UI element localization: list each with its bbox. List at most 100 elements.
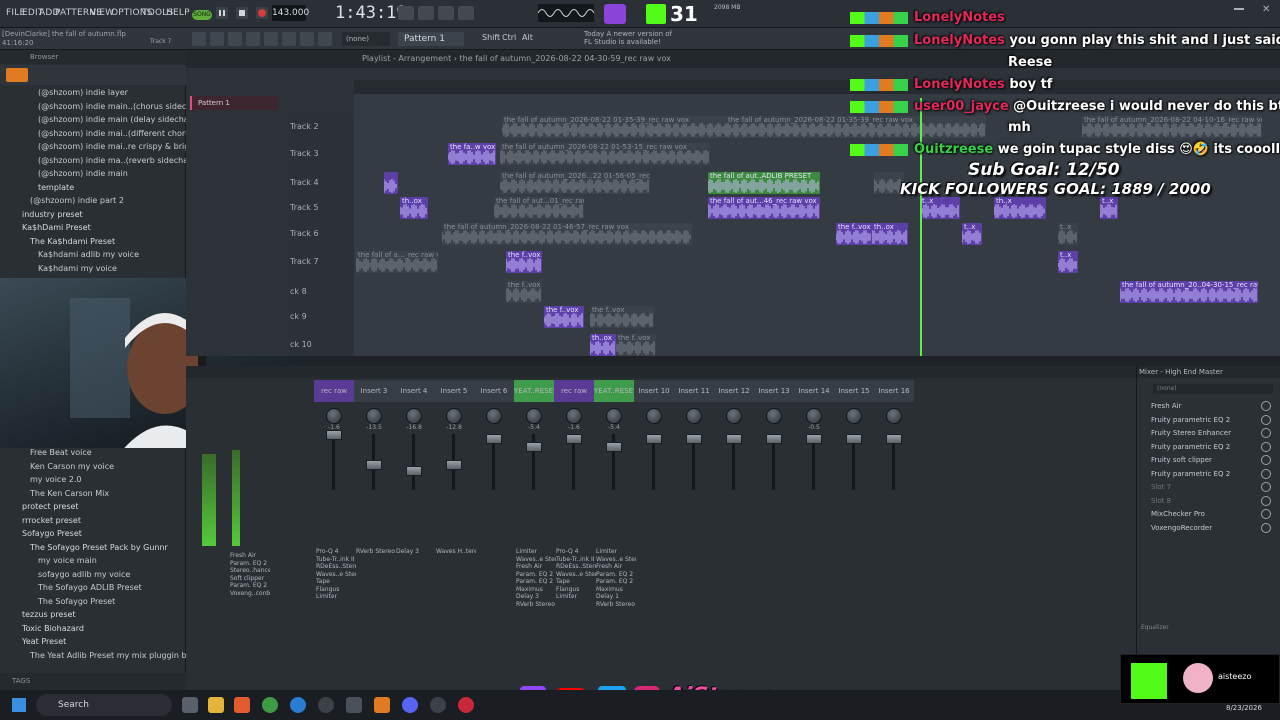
pan-knob[interactable] bbox=[526, 408, 542, 424]
browser-item[interactable]: (@shzoom) indie main bbox=[0, 169, 186, 178]
pan-knob[interactable] bbox=[806, 408, 822, 424]
volume-fader[interactable] bbox=[766, 434, 782, 444]
playlist-clip[interactable]: the fall of autumn_2026-08-22 01-35-39_r… bbox=[502, 116, 762, 138]
playlist-ruler[interactable] bbox=[354, 80, 1280, 94]
track-label[interactable]: Track 3 bbox=[290, 149, 319, 158]
volume-fader[interactable] bbox=[606, 442, 622, 452]
fx-slot[interactable]: Fruity parametric EQ 2 bbox=[1143, 468, 1271, 480]
slot-toggle-icon[interactable] bbox=[1261, 414, 1271, 425]
mixer-insert[interactable]: rec raw vox-1.6Pro-Q 4Tube-Tr..ink IIRDe… bbox=[314, 380, 356, 674]
pattern-list-item[interactable]: Pattern 1 bbox=[190, 96, 278, 110]
fl-studio-icon[interactable] bbox=[346, 697, 362, 713]
record-button[interactable] bbox=[256, 7, 268, 19]
pan-knob[interactable] bbox=[606, 408, 622, 424]
browser-tags[interactable]: TAGS bbox=[0, 673, 186, 690]
pan-knob[interactable] bbox=[486, 408, 502, 424]
browser-folder[interactable]: Ka$hDami Preset bbox=[0, 223, 186, 232]
volume-fader[interactable] bbox=[486, 434, 502, 444]
pan-knob[interactable] bbox=[726, 408, 742, 424]
taskbar-search[interactable]: Search bbox=[36, 694, 172, 716]
pattern-selector[interactable]: Pattern 1 bbox=[398, 32, 464, 46]
volume-fader[interactable] bbox=[686, 434, 702, 444]
pan-knob[interactable] bbox=[406, 408, 422, 424]
mixer-insert[interactable]: Insert 10 bbox=[634, 380, 674, 674]
volume-fader[interactable] bbox=[406, 466, 422, 476]
playlist-clip[interactable]: the fall of autumn_2026-08-22 04-10-16_r… bbox=[1082, 116, 1262, 138]
recorder-icon[interactable] bbox=[458, 697, 474, 713]
browser-item[interactable]: (@shzoom) indie main (delay sidechain) bbox=[0, 115, 186, 124]
slot-toggle-icon[interactable] bbox=[1261, 428, 1271, 438]
countdown-icon[interactable] bbox=[438, 6, 454, 20]
playlist-clip[interactable]: t..x bbox=[1100, 197, 1118, 219]
browser-item[interactable]: Ka$hdami adlib my voice bbox=[0, 250, 186, 259]
insert-name[interactable]: Insert 13 bbox=[754, 380, 794, 402]
playlist-clip[interactable]: the fall of a..._rec raw vox bbox=[356, 251, 438, 273]
browser-item[interactable]: The Yeat Adlib Preset my mix pluggin b bbox=[0, 651, 186, 660]
playlist-clip[interactable]: the fa..w vox bbox=[448, 143, 496, 165]
browser-item[interactable]: The Sofaygo Preset bbox=[0, 597, 186, 606]
volume-fader[interactable] bbox=[886, 434, 902, 444]
mixer-insert[interactable]: Insert 5 -12.8 Waves H..tereo bbox=[434, 380, 476, 674]
volume-fader[interactable] bbox=[446, 460, 462, 470]
volume-fader[interactable] bbox=[566, 434, 582, 444]
slot-toggle-icon[interactable] bbox=[1261, 522, 1271, 533]
volume-fader[interactable] bbox=[846, 434, 862, 444]
file-explorer-icon[interactable] bbox=[208, 697, 224, 713]
browser-item[interactable]: (@shzoom) indie main..(chorus sidechain) bbox=[0, 102, 186, 111]
slot-toggle-icon[interactable] bbox=[1261, 468, 1271, 479]
update-notice[interactable]: Today A newer version of FL Studio is av… bbox=[584, 30, 672, 46]
ctrl-button[interactable]: Ctrl bbox=[502, 33, 516, 42]
minimize-icon[interactable] bbox=[1234, 8, 1244, 10]
brave-icon[interactable] bbox=[234, 697, 250, 713]
insert-name[interactable]: Insert 3 bbox=[354, 380, 394, 402]
browser-item[interactable]: my voice 2.0 bbox=[0, 475, 186, 484]
volume-fader[interactable] bbox=[806, 434, 822, 444]
fx-slot[interactable]: Fruity soft clipper bbox=[1143, 454, 1271, 466]
edge-icon[interactable] bbox=[290, 697, 306, 713]
browser-item[interactable]: Free Beat voice bbox=[0, 448, 186, 457]
playlist-clip[interactable] bbox=[384, 172, 398, 194]
playlist-clip[interactable]: the fall of autumn_2026-08-22 01-35-39_r… bbox=[726, 116, 986, 138]
fx-slot[interactable]: Slot 8 bbox=[1143, 495, 1271, 507]
input-select[interactable]: (none) bbox=[1153, 384, 1273, 394]
mixer-insert[interactable]: Insert 16 bbox=[874, 380, 914, 674]
browser-item[interactable]: Ka$hdami my voice bbox=[0, 264, 186, 273]
fx-slot[interactable]: MixChecker Pro bbox=[1143, 508, 1271, 520]
fx-slot[interactable]: Slot 7 bbox=[1143, 481, 1271, 493]
mixer-insert[interactable]: Insert 4 -16.8 Delay 3 bbox=[394, 380, 434, 674]
insert-name[interactable]: YEAT..RESET bbox=[514, 380, 557, 402]
playlist-clip[interactable]: the fall of aut...46_rec raw vox bbox=[708, 197, 820, 219]
fl-icon[interactable] bbox=[374, 697, 390, 713]
insert-name[interactable]: rec raw vox bbox=[314, 380, 354, 417]
browser-item[interactable]: (@shzoom) indie mai..(different chorus) bbox=[0, 129, 186, 138]
pan-knob[interactable] bbox=[686, 408, 702, 424]
playlist-clip[interactable]: t..x bbox=[962, 223, 982, 245]
mixer-insert[interactable]: YEAT..RESET -5.4 LimiterWaves..e StereoFre… bbox=[514, 380, 557, 674]
slot-toggle-icon[interactable] bbox=[1261, 441, 1271, 452]
pan-knob[interactable] bbox=[886, 408, 902, 424]
playlist-clip[interactable]: the f..vox bbox=[836, 223, 872, 245]
track-label[interactable]: ck 9 bbox=[290, 312, 307, 321]
browser-folder[interactable]: protect preset bbox=[0, 502, 186, 511]
fx-slot[interactable]: VoxengoRecorder bbox=[1143, 522, 1271, 534]
playlist-clip[interactable]: the f..vox bbox=[506, 281, 542, 303]
pause-button[interactable] bbox=[216, 7, 228, 19]
playlist-clip[interactable]: th..ox bbox=[590, 334, 616, 356]
playlist-clip[interactable]: the fall of autumn_20..04-30-15_rec raw … bbox=[1120, 281, 1258, 303]
playlist-clip[interactable]: the f..vox bbox=[506, 251, 542, 273]
browser-item[interactable]: The Ken Carson Mix bbox=[0, 489, 186, 498]
insert-name[interactable]: Insert 10 bbox=[634, 380, 674, 402]
pan-knob[interactable] bbox=[566, 408, 582, 424]
browser-item[interactable]: The Sofaygo ADLIB Preset bbox=[0, 583, 186, 592]
mixer-insert[interactable]: Insert 6 bbox=[474, 380, 514, 674]
windows-start-icon[interactable] bbox=[12, 698, 26, 712]
playlist-clip[interactable]: the fall of aut...01_rec raw vox bbox=[494, 197, 584, 219]
menu-help[interactable]: HELP bbox=[166, 8, 190, 18]
playlist-clip[interactable]: th..x bbox=[994, 197, 1046, 219]
slot-toggle-icon[interactable] bbox=[1261, 455, 1271, 465]
browser-item[interactable]: (@shzoom) indie ma..(reverb sidechain) bbox=[0, 156, 186, 165]
mixer-insert[interactable]: Insert 13 bbox=[754, 380, 794, 674]
playlist-clip[interactable]: the fall of autumn_2026...22 01-56-05_re… bbox=[500, 172, 650, 194]
mixer-insert[interactable]: Insert 15 bbox=[834, 380, 874, 674]
tempo-display[interactable]: 143.000 bbox=[272, 5, 309, 21]
